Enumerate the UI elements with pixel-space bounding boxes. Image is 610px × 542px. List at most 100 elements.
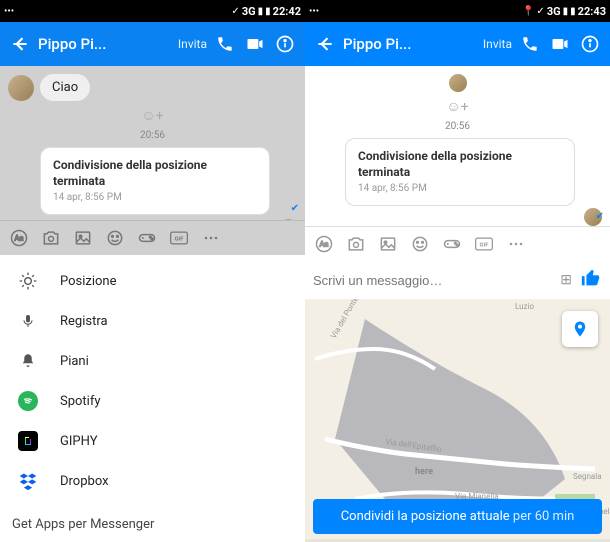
notif-icon: ••• xyxy=(4,6,14,16)
status-bar: ••• 📍 ✓ 3G ▮ ▮ 22:43 xyxy=(305,0,610,22)
option-label: GIPHY xyxy=(60,434,98,449)
info-icon[interactable] xyxy=(273,32,297,56)
sticker-picker-icon[interactable]: ☺+ xyxy=(313,98,602,115)
option-label: Posizione xyxy=(60,274,117,289)
volte-icon: ✓ xyxy=(231,6,239,17)
gif-icon[interactable]: GIF xyxy=(473,233,495,255)
battery-icon: ▮ xyxy=(265,6,271,17)
bell-icon xyxy=(18,351,38,371)
svg-text:GIF: GIF xyxy=(480,243,490,249)
option-dropbox[interactable]: Dropbox xyxy=(0,461,305,501)
dropbox-icon xyxy=(18,471,38,491)
games-icon[interactable] xyxy=(136,227,158,249)
gallery-icon[interactable] xyxy=(377,233,399,255)
input-toolbar: Aa GIF xyxy=(0,220,305,255)
net-type: 3G xyxy=(242,5,256,18)
option-label: Piani xyxy=(60,354,89,369)
timestamp: 20:56 xyxy=(8,130,297,141)
location-icon: 📍 xyxy=(522,6,534,17)
screen-right: ••• 📍 ✓ 3G ▮ ▮ 22:43 Pippo Pi... Invita … xyxy=(305,0,610,542)
svg-text:Aa: Aa xyxy=(15,234,24,243)
chat-header: Pippo Pi... Invita xyxy=(0,22,305,66)
giphy-icon xyxy=(18,431,38,451)
camera-icon[interactable] xyxy=(345,233,367,255)
avatar xyxy=(449,74,467,92)
chat-area: Ciao ☺+ 20:56 Condivisione della posizio… xyxy=(0,66,305,220)
chat-title[interactable]: Pippo Pi... xyxy=(38,35,106,53)
delivered-icon: ✔ xyxy=(596,211,604,222)
seen-avatar xyxy=(279,219,297,220)
more-icon[interactable] xyxy=(200,227,222,249)
text-tool-icon[interactable]: Aa xyxy=(8,227,30,249)
chat-area: ☺+ 20:56 Condivisione della posizione te… xyxy=(305,66,610,226)
location-icon xyxy=(18,271,38,291)
camera-icon[interactable] xyxy=(40,227,62,249)
svg-text:GIF: GIF xyxy=(175,237,185,243)
apps-icon[interactable]: ⊞ xyxy=(560,272,572,288)
location-ended-card[interactable]: Condivisione della posizione terminata 1… xyxy=(40,147,270,215)
timestamp: 20:56 xyxy=(313,121,602,132)
video-icon[interactable] xyxy=(243,32,267,56)
net-type: 3G xyxy=(547,5,561,18)
option-posizione[interactable]: Posizione xyxy=(0,261,305,301)
info-icon[interactable] xyxy=(578,32,602,56)
status-time: 22:43 xyxy=(578,5,606,18)
svg-text:here: here xyxy=(415,467,433,477)
spotify-icon xyxy=(18,391,38,411)
share-location-button[interactable]: Condividi la posizione attuale per 60 mi… xyxy=(313,499,602,534)
svg-text:Aa: Aa xyxy=(320,240,329,249)
games-icon[interactable] xyxy=(441,233,463,255)
share-label: Condividi la posizione attuale xyxy=(341,509,510,524)
invite-button[interactable]: Invita xyxy=(178,37,207,51)
signal-icon: ▮ xyxy=(258,6,264,17)
street-label: Luzio xyxy=(515,302,534,311)
battery-icon: ▮ xyxy=(570,6,576,17)
mic-icon xyxy=(18,311,38,331)
map-panel[interactable]: Via del Ponte Luzio Via dell'Epitaffio V… xyxy=(305,299,610,542)
get-apps-link[interactable]: Get Apps per Messenger xyxy=(0,507,305,542)
card-subtitle: 14 apr, 8:56 PM xyxy=(358,182,562,195)
text-tool-icon[interactable]: Aa xyxy=(313,233,335,255)
gif-icon[interactable]: GIF xyxy=(168,227,190,249)
option-spotify[interactable]: Spotify xyxy=(0,381,305,421)
message-input[interactable] xyxy=(313,273,552,288)
street-label: Segnala xyxy=(573,472,602,481)
input-toolbar: Aa GIF xyxy=(305,226,610,261)
call-icon[interactable] xyxy=(518,32,542,56)
card-title: Condivisione della posizione terminata xyxy=(358,149,562,180)
like-icon[interactable] xyxy=(580,267,602,293)
my-location-button[interactable] xyxy=(562,311,598,347)
option-label: Spotify xyxy=(60,394,101,409)
card-title: Condivisione della posizione terminata xyxy=(53,158,257,189)
screen-left: ••• ✓ 3G ▮ ▮ 22:42 Pippo Pi... Invita Ci… xyxy=(0,0,305,542)
card-subtitle: 14 apr, 8:56 PM xyxy=(53,191,257,204)
share-duration: per 60 min xyxy=(513,509,574,524)
message-bubble[interactable]: Ciao xyxy=(40,74,90,101)
status-bar: ••• ✓ 3G ▮ ▮ 22:42 xyxy=(0,0,305,22)
option-registra[interactable]: Registra xyxy=(0,301,305,341)
option-giphy[interactable]: GIPHY xyxy=(0,421,305,461)
option-label: Dropbox xyxy=(60,474,109,489)
video-icon[interactable] xyxy=(548,32,572,56)
chat-title[interactable]: Pippo Pi... xyxy=(343,35,411,53)
chat-header: Pippo Pi... Invita xyxy=(305,22,610,66)
back-icon[interactable] xyxy=(8,32,32,56)
message-row: Ciao xyxy=(8,74,297,101)
gallery-icon[interactable] xyxy=(72,227,94,249)
more-icon[interactable] xyxy=(505,233,527,255)
emoji-icon[interactable] xyxy=(409,233,431,255)
status-time: 22:42 xyxy=(273,5,301,18)
invite-button[interactable]: Invita xyxy=(483,37,512,51)
back-icon[interactable] xyxy=(313,32,337,56)
signal-icon: ▮ xyxy=(563,6,569,17)
option-piani[interactable]: Piani xyxy=(0,341,305,381)
compose-row: ⊞ xyxy=(305,261,610,299)
location-ended-card[interactable]: Condivisione della posizione terminata 1… xyxy=(345,138,575,206)
volte-icon: ✓ xyxy=(536,6,544,17)
sticker-picker-icon[interactable]: ☺+ xyxy=(8,107,297,124)
emoji-icon[interactable] xyxy=(104,227,126,249)
actions-sheet: Posizione Registra Piani Spotify GIPHY D… xyxy=(0,255,305,507)
delivered-icon: ✔ xyxy=(291,203,299,214)
avatar[interactable] xyxy=(8,75,34,101)
call-icon[interactable] xyxy=(213,32,237,56)
